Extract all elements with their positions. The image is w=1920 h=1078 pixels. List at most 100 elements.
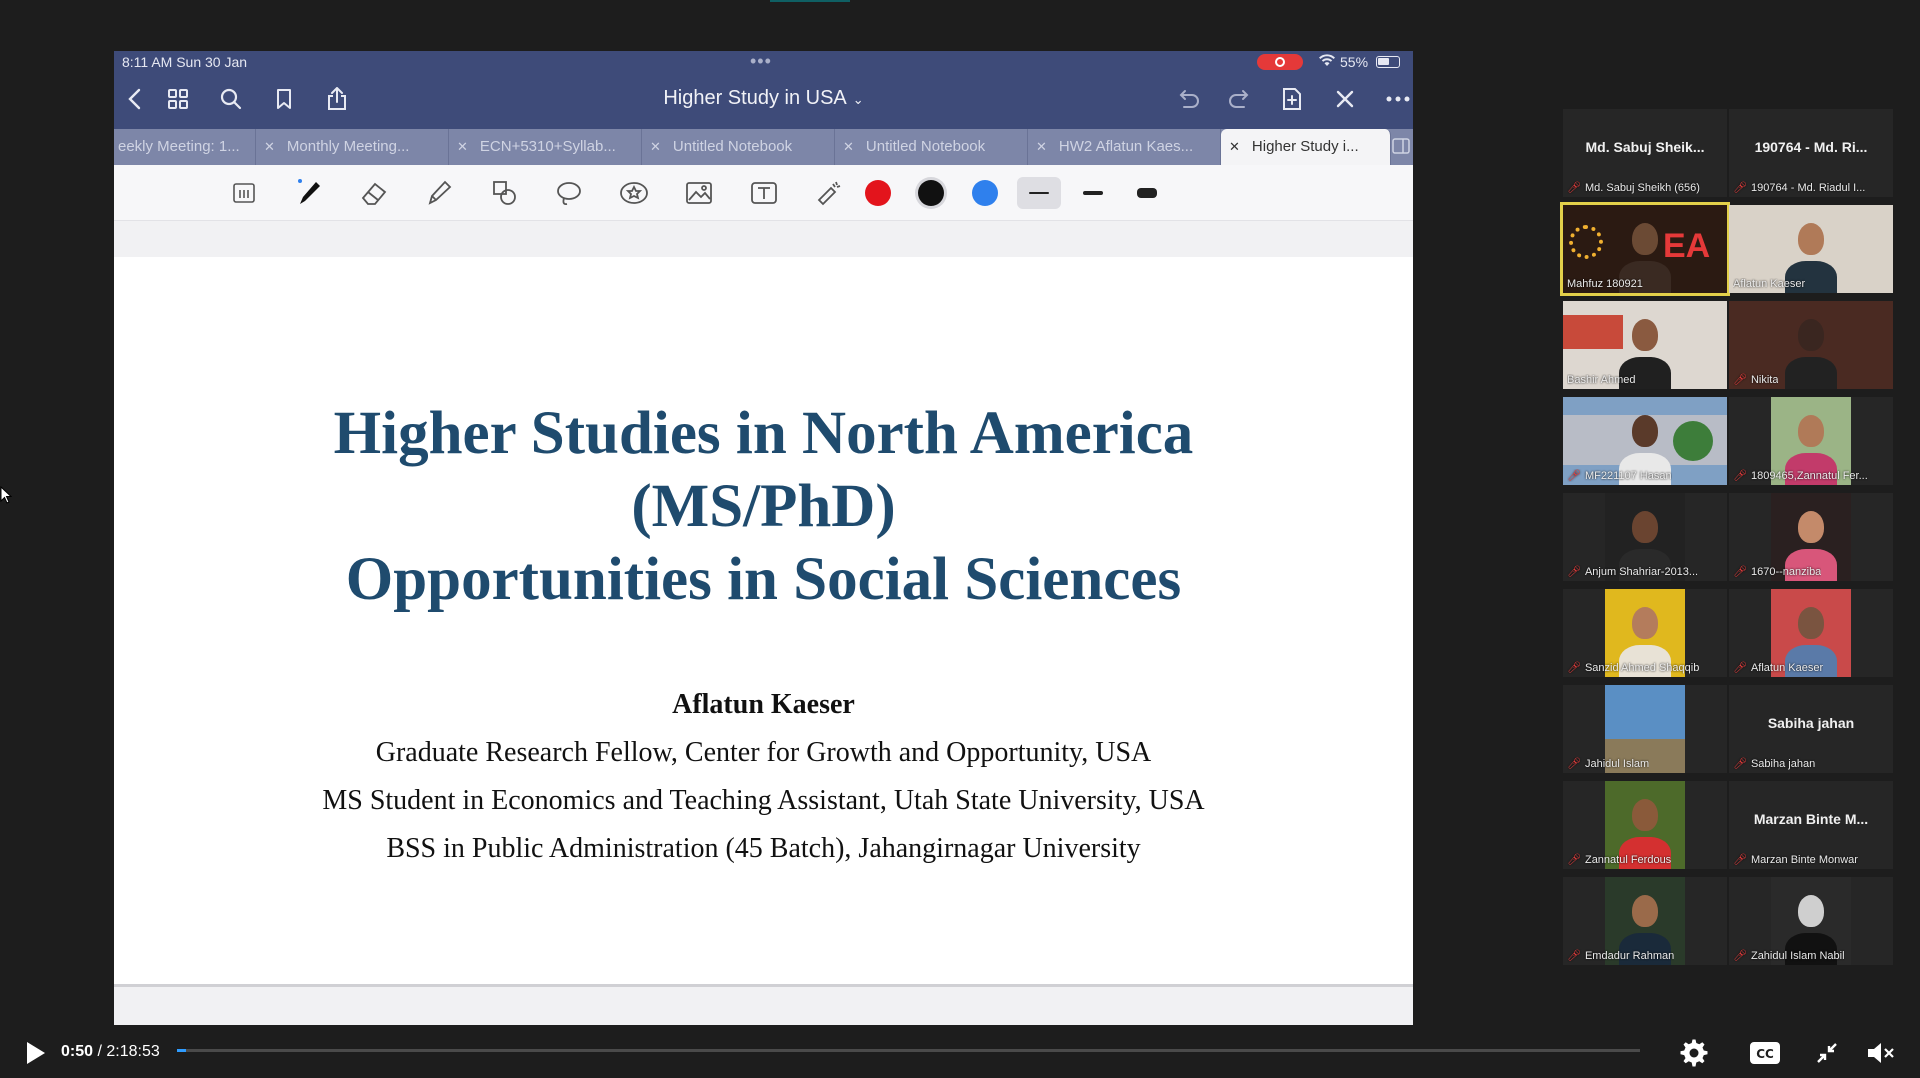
participant-tile[interactable]: Aflatun Kaeser <box>1729 205 1893 293</box>
tab-higher-study[interactable]: ✕ Higher Study i... <box>1221 129 1391 165</box>
tab-untitled-notebook-2[interactable]: ✕ Untitled Notebook <box>835 129 1028 165</box>
add-page-icon[interactable] <box>1272 79 1312 119</box>
video-player-stage: 8:11 AM Sun 30 Jan ••• 55% Higher Study … <box>0 0 1920 1078</box>
stroke-medium-option[interactable] <box>1071 177 1115 209</box>
muted-mic-icon: 🎤︎ <box>1567 758 1581 770</box>
close-icon[interactable] <box>1325 79 1365 119</box>
stroke-thin-option[interactable] <box>1017 177 1061 209</box>
participant-tile[interactable]: Bashir Ahmed <box>1563 301 1727 389</box>
participant-name-label: 🎤︎ Md. Sabuj Sheikh (656) <box>1567 182 1700 194</box>
muted-mic-icon: 🎤︎ <box>1567 950 1581 962</box>
settings-gear-icon[interactable] <box>1677 1036 1711 1070</box>
participant-tile[interactable]: Sabiha jahan 🎤︎ Sabiha jahan <box>1729 685 1893 773</box>
slide-title-line-3: Opportunities in Social Sciences <box>345 546 1182 613</box>
screen-record-icon[interactable] <box>1257 54 1303 70</box>
video-controls-bar: 0:50 / 2:18:53 CC <box>0 1030 1920 1078</box>
battery-icon <box>1376 56 1400 68</box>
participant-tile[interactable]: 🎤︎ MF221107 Hasan <box>1563 397 1727 485</box>
pen-icon[interactable] <box>290 174 328 212</box>
color-black-swatch[interactable] <box>918 180 944 206</box>
tab-close-icon: ✕ <box>1229 139 1240 154</box>
tab-untitled-notebook-1[interactable]: ✕ Untitled Notebook <box>642 129 835 165</box>
participant-name-large: Md. Sabuj Sheik... <box>1585 139 1705 155</box>
status-time: 8:11 AM Sun 30 Jan <box>122 54 248 70</box>
tab-close-icon: ✕ <box>264 139 275 154</box>
participant-name-label: 🎤︎ Sabiha jahan <box>1733 758 1816 770</box>
muted-mic-icon: 🎤︎ <box>1733 758 1747 770</box>
tab-close-icon: ✕ <box>843 139 854 154</box>
presentation-slide: Higher Studies in North America (MS/PhD)… <box>114 257 1413 987</box>
tab-overview-icon[interactable] <box>1392 137 1410 160</box>
participant-tile[interactable]: 🎤︎ Zahidul Islam Nabil <box>1729 877 1893 965</box>
text-box-icon[interactable] <box>745 174 783 212</box>
notebook-title[interactable]: Higher Study in USA ⌄ <box>114 87 1413 110</box>
laser-pointer-icon[interactable] <box>810 174 848 212</box>
shared-ipad-screen: 8:11 AM Sun 30 Jan ••• 55% Higher Study … <box>114 51 1413 1025</box>
participant-tile[interactable]: 🎤︎ Anjum Shahriar-2013... <box>1563 493 1727 581</box>
multitask-dots-icon[interactable]: ••• <box>750 51 772 72</box>
muted-mic-icon: 🎤︎ <box>1567 662 1581 674</box>
participant-name-label: 🎤︎ 1809465,Zannatul Fer... <box>1733 470 1868 482</box>
top-edge-indicator <box>770 0 850 2</box>
muted-mic-icon: 🎤︎ <box>1567 854 1581 866</box>
progress-fill <box>177 1049 186 1052</box>
progress-bar[interactable] <box>177 1049 1640 1052</box>
muted-mic-icon: 🎤︎ <box>1567 470 1581 482</box>
slide-affiliation-2: MS Student in Economics and Teaching Ass… <box>322 785 1205 816</box>
participant-tile[interactable]: 🎤︎ 1670--nanziba <box>1729 493 1893 581</box>
muted-mic-icon: 🎤︎ <box>1567 566 1581 578</box>
participant-name-label: 🎤︎ 1670--nanziba <box>1733 566 1822 578</box>
color-blue-swatch[interactable] <box>972 180 998 206</box>
participant-name-label: 🎤︎ Sanzid Ahmed Shaqqib <box>1567 662 1700 674</box>
tab-monthly-meeting[interactable]: ✕ Monthly Meeting... <box>256 129 449 165</box>
tab-hw2[interactable]: ✕ HW2 Aflatun Kaes... <box>1028 129 1221 165</box>
participant-tile[interactable]: 🎤︎ Aflatun Kaeser <box>1729 589 1893 677</box>
participant-name-label: Bashir Ahmed <box>1567 374 1636 386</box>
image-icon[interactable] <box>680 174 718 212</box>
notebook-tab-bar: eekly Meeting: 1... ✕ Monthly Meeting... … <box>114 129 1413 165</box>
participant-tile[interactable]: 🎤︎ Nikita <box>1729 301 1893 389</box>
eraser-icon[interactable] <box>355 174 393 212</box>
slide-author: Aflatun Kaeser <box>672 689 855 720</box>
closed-captions-icon[interactable]: CC <box>1748 1036 1782 1070</box>
shapes-icon[interactable] <box>485 174 523 212</box>
participant-tile[interactable]: EA Mahfuz 180921 <box>1563 205 1727 293</box>
participant-tile[interactable]: Marzan Binte M... 🎤︎ Marzan Binte Monwar <box>1729 781 1893 869</box>
slide-title-line-2: (MS/PhD) <box>631 473 896 540</box>
participant-tile[interactable]: 🎤︎ 1809465,Zannatul Fer... <box>1729 397 1893 485</box>
participant-name-large: 190764 - Md. Ri... <box>1754 139 1868 155</box>
svg-text:CC: CC <box>1756 1047 1774 1061</box>
playback-time: 0:50 / 2:18:53 <box>61 1043 160 1061</box>
undo-icon[interactable] <box>1168 79 1208 119</box>
tab-syllabus[interactable]: ✕ ECN+5310+Syllab... <box>449 129 642 165</box>
slide-affiliation-1: Graduate Research Fellow, Center for Gro… <box>375 737 1152 768</box>
more-options-icon[interactable] <box>1378 79 1413 119</box>
drawing-toolbar <box>114 165 1413 221</box>
participant-tile[interactable]: 🎤︎ Zannatul Ferdous <box>1563 781 1727 869</box>
ipad-status-bar: 8:11 AM Sun 30 Jan ••• 55% <box>114 51 1413 73</box>
participant-tile[interactable]: 190764 - Md. Ri... 🎤︎ 190764 - Md. Riadul … <box>1729 109 1893 197</box>
exit-fullscreen-icon[interactable] <box>1810 1036 1844 1070</box>
muted-mic-icon: 🎤︎ <box>1733 854 1747 866</box>
muted-mic-icon: 🎤︎ <box>1733 182 1747 194</box>
participant-name-label: Aflatun Kaeser <box>1733 278 1806 290</box>
color-red-swatch[interactable] <box>865 180 891 206</box>
participant-tile[interactable]: 🎤︎ Sanzid Ahmed Shaqqib <box>1563 589 1727 677</box>
participant-tile[interactable]: Md. Sabuj Sheik... 🎤︎ Md. Sabuj Sheikh (65… <box>1563 109 1727 197</box>
duration: 2:18:53 <box>106 1043 160 1060</box>
participant-tile[interactable]: 🎤︎ Emdadur Rahman <box>1563 877 1727 965</box>
participant-tile[interactable]: 🎤︎ Jahidul Islam <box>1563 685 1727 773</box>
slide-affiliation-3: BSS in Public Administration (45 Batch),… <box>386 833 1141 864</box>
redo-icon[interactable] <box>1220 79 1260 119</box>
mute-volume-icon[interactable] <box>1864 1036 1898 1070</box>
tab-weekly-meeting[interactable]: eekly Meeting: 1... <box>114 129 256 165</box>
current-time: 0:50 <box>61 1043 94 1060</box>
notebook-nav-bar: Higher Study in USA ⌄ <box>114 73 1413 129</box>
stroke-thick-option[interactable] <box>1125 177 1169 209</box>
sticker-icon[interactable] <box>615 174 653 212</box>
play-icon[interactable] <box>20 1038 50 1068</box>
read-only-mode-icon[interactable] <box>226 174 264 212</box>
muted-mic-icon: 🎤︎ <box>1733 566 1747 578</box>
lasso-icon[interactable] <box>550 174 588 212</box>
highlighter-icon[interactable] <box>420 174 458 212</box>
